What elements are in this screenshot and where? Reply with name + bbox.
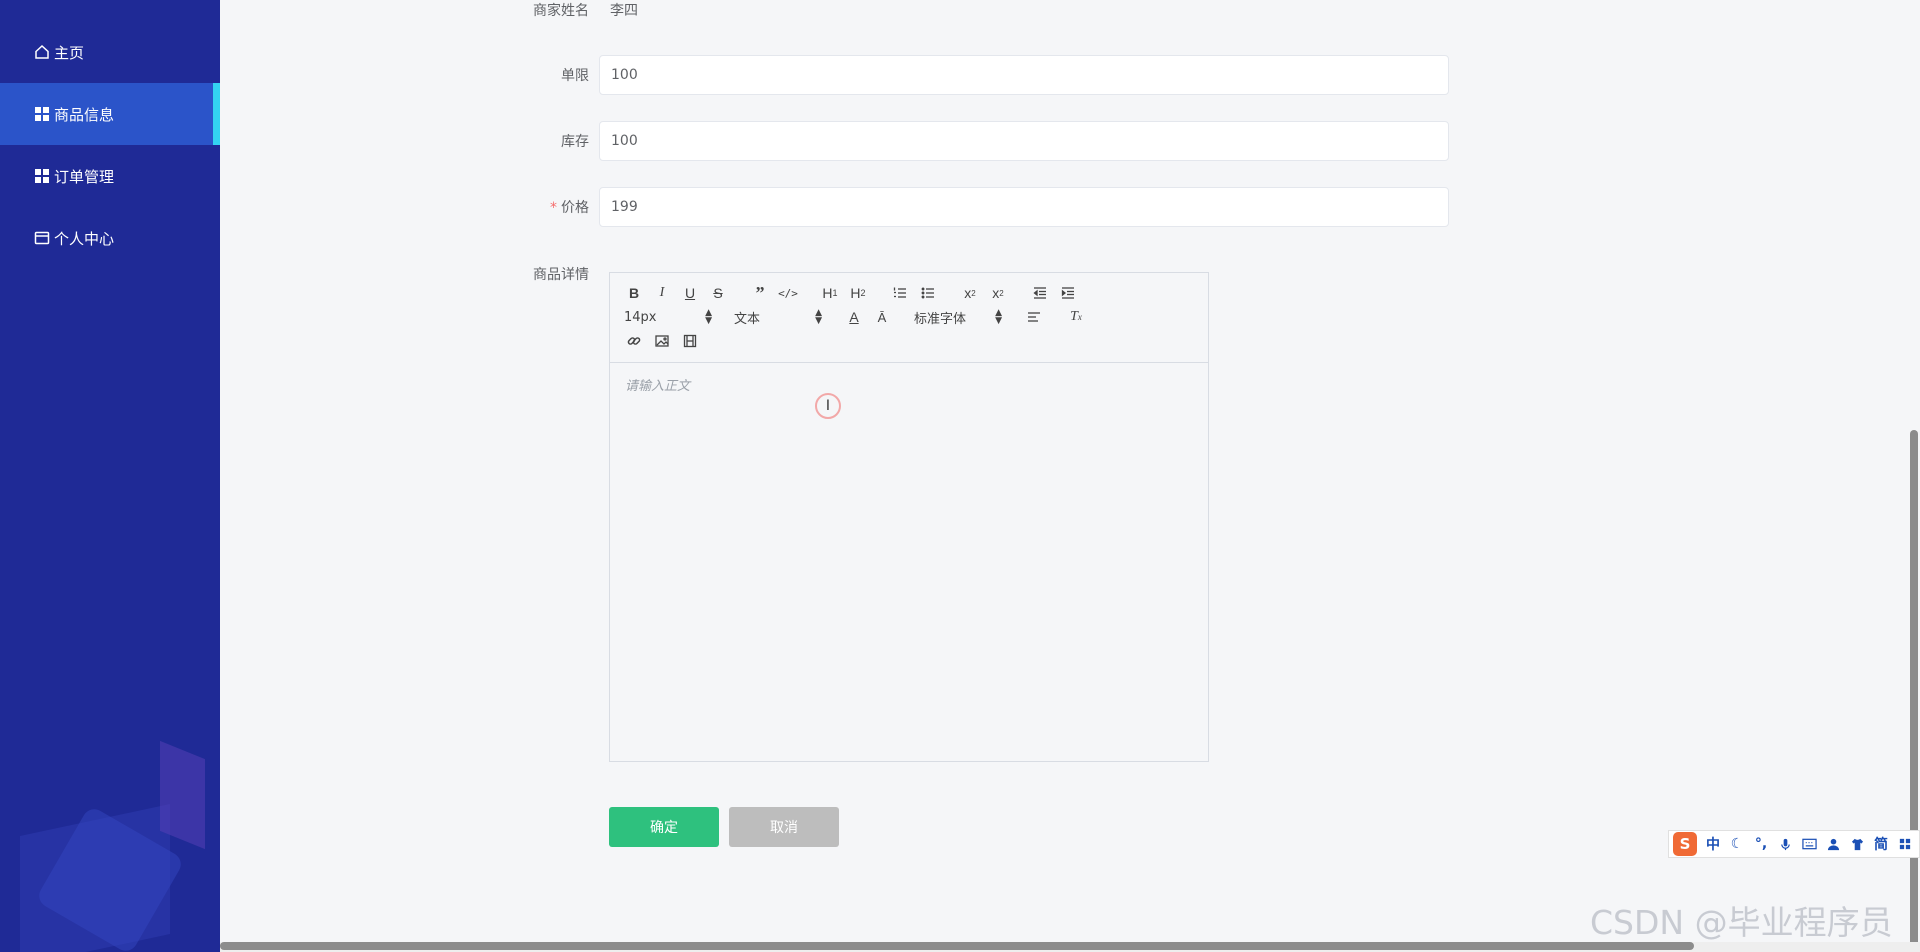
text-cursor-icon: I — [815, 393, 841, 419]
confirm-button[interactable]: 确定 — [609, 807, 719, 847]
editor-toolbar: B I U S ” </> H1 H2 x2 x2 14px ▲ ▼ 文本 ▲ … — [610, 273, 1208, 363]
font-size-select[interactable]: 14px ▲ ▼ — [620, 305, 716, 329]
link-icon[interactable] — [620, 329, 648, 353]
skin-shirt-icon[interactable] — [1845, 832, 1869, 856]
rich-text-editor: B I U S ” </> H1 H2 x2 x2 14px ▲ ▼ 文本 ▲ … — [609, 272, 1209, 762]
watermark: CSDN @毕业程序员 — [1590, 903, 1893, 942]
indent-icon[interactable] — [1054, 281, 1082, 305]
price-label-wrap: * 价格 — [530, 197, 599, 217]
blockquote-button[interactable]: ” — [746, 281, 774, 305]
header-select[interactable]: 文本 ▲ ▼ — [730, 305, 826, 329]
sidebar-item-label: 主页 — [54, 43, 85, 62]
merchant-name-value: 李四 — [610, 3, 638, 19]
price-row: * 价格 — [530, 187, 1459, 227]
header-value: 文本 — [734, 311, 761, 327]
vertical-scrollbar[interactable] — [1910, 430, 1918, 950]
code-block-icon[interactable]: </> — [774, 281, 802, 305]
moon-icon[interactable]: ☾ — [1725, 832, 1749, 856]
user-icon[interactable] — [1821, 832, 1845, 856]
merchant-name-label: 商家姓名 — [533, 3, 589, 19]
limit-row: 单限 — [530, 55, 1459, 95]
select-arrows-icon: ▲ ▼ — [705, 308, 712, 326]
horizontal-scrollbar[interactable] — [220, 942, 1694, 950]
subscript-button[interactable]: x2 — [956, 281, 984, 305]
grid-icon — [34, 106, 50, 122]
punctuation-icon[interactable]: °, — [1749, 832, 1773, 856]
ime-chinese-mode[interactable]: 中 — [1701, 832, 1725, 856]
italic-button[interactable]: I — [648, 281, 676, 305]
stock-input[interactable] — [599, 121, 1449, 161]
required-mark: * — [550, 200, 557, 216]
product-detail-label: 商品详情 — [533, 267, 589, 283]
limit-label: 单限 — [561, 68, 589, 84]
sidebar-item-personal-center[interactable]: 个人中心 — [0, 207, 220, 269]
ime-simplified-mode[interactable]: 简 — [1869, 832, 1893, 856]
select-arrows-icon: ▲ ▼ — [995, 308, 1002, 326]
underline-button[interactable]: U — [676, 281, 704, 305]
sogou-logo-icon[interactable]: S — [1673, 832, 1697, 856]
clear-format-icon[interactable]: Tx — [1062, 305, 1090, 329]
microphone-icon[interactable] — [1773, 832, 1797, 856]
sidebar-item-order-management[interactable]: 订单管理 — [0, 145, 220, 207]
background-color-icon[interactable]: Ā — [868, 305, 896, 329]
editor-placeholder: 请输入正文 — [625, 379, 691, 394]
sidebar-item-home[interactable]: 主页 — [0, 21, 220, 83]
font-color-icon[interactable]: A — [840, 305, 868, 329]
sidebar-item-label: 订单管理 — [54, 167, 115, 186]
align-icon[interactable] — [1020, 305, 1048, 329]
merchant-name-row: 商家姓名 李四 — [530, 0, 1459, 20]
price-label: 价格 — [561, 200, 589, 216]
font-family-select[interactable]: 标准字体 ▲ ▼ — [910, 305, 1006, 329]
bold-button[interactable]: B — [620, 281, 648, 305]
keyboard-icon[interactable] — [1797, 832, 1821, 856]
stock-row: 库存 — [530, 121, 1459, 161]
sidebar-item-product-info[interactable]: 商品信息 — [0, 83, 220, 145]
video-icon[interactable] — [676, 329, 704, 353]
ordered-list-icon[interactable] — [886, 281, 914, 305]
card-icon — [34, 230, 50, 246]
font-family-value: 标准字体 — [914, 311, 967, 327]
font-size-value: 14px — [624, 309, 657, 325]
editor-content-area[interactable]: 请输入正文 I — [610, 363, 1208, 761]
stock-label: 库存 — [561, 134, 589, 150]
image-icon[interactable] — [648, 329, 676, 353]
sidebar-decoration — [160, 740, 205, 850]
heading-1-button[interactable]: H1 — [816, 281, 844, 305]
outdent-icon[interactable] — [1026, 281, 1054, 305]
sidebar-item-label: 商品信息 — [54, 105, 115, 124]
select-arrows-icon: ▲ ▼ — [815, 308, 822, 326]
heading-2-button[interactable]: H2 — [844, 281, 872, 305]
strikethrough-button[interactable]: S — [704, 281, 732, 305]
sidebar-item-label: 个人中心 — [54, 229, 115, 248]
ime-toolbar: S 中 ☾ °, 简 — [1668, 830, 1920, 858]
limit-input[interactable] — [599, 55, 1449, 95]
price-input[interactable] — [599, 187, 1449, 227]
home-icon — [34, 44, 50, 60]
grid-icon — [34, 168, 50, 184]
grid-menu-icon[interactable] — [1893, 832, 1917, 856]
cancel-button[interactable]: 取消 — [729, 807, 839, 847]
superscript-button[interactable]: x2 — [984, 281, 1012, 305]
sidebar: 主页 商品信息 订单管理 个人中心 — [0, 0, 220, 952]
bullet-list-icon[interactable] — [914, 281, 942, 305]
